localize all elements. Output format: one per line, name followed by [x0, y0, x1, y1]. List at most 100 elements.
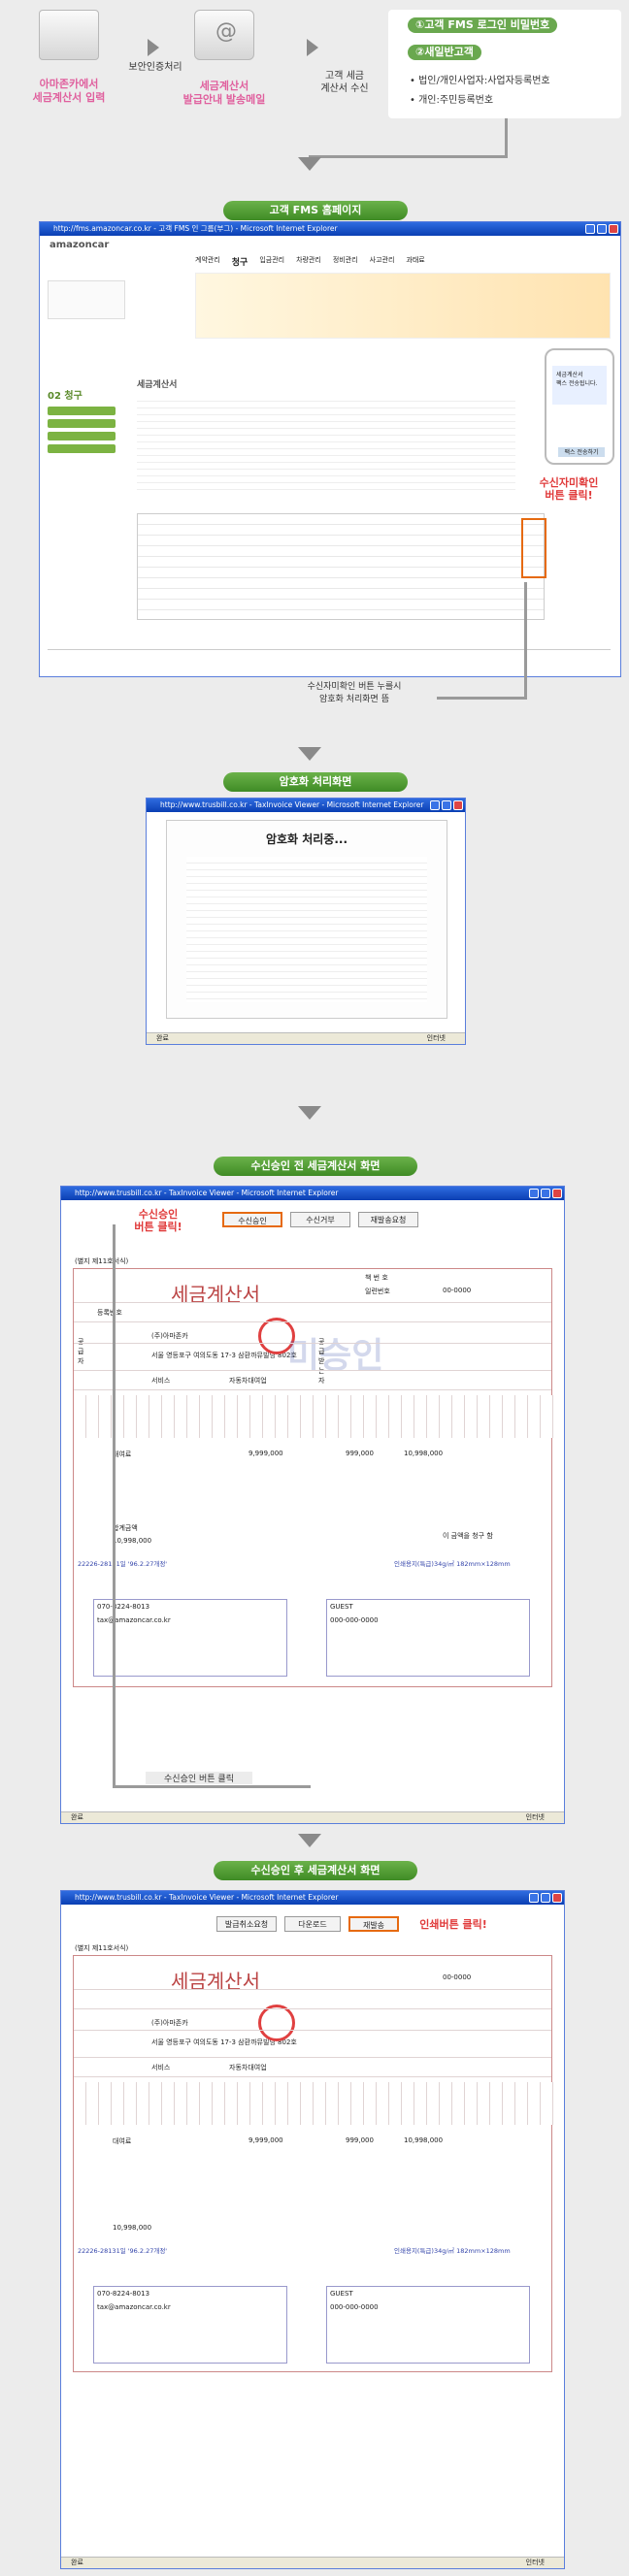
- footer-right: 인쇄용지(특급)34g/㎡ 182mm×128mm: [394, 2247, 511, 2255]
- item-name: 대여료: [113, 2137, 132, 2145]
- supplier-label: 공 급 자: [78, 1338, 84, 1365]
- total-amount: 10,998,000: [404, 2136, 444, 2144]
- title-bar: http://fms.amazoncar.co.kr - 고객 FMS 인 그룹…: [40, 222, 620, 236]
- nav-bar: 계약관리 청구 입금관리 차량관리 정비관리 사고관리 과태료: [195, 255, 603, 269]
- nav-item[interactable]: 과태료: [406, 255, 424, 269]
- claim-tail: 이 금액을 청구 함: [443, 1532, 493, 1540]
- serial-value: 00-0000: [443, 1287, 472, 1294]
- total-amount: 10,998,000: [404, 1450, 444, 1457]
- caption-fms: 수신자미확인 버튼 누를시 암호화 처리화면 뜸: [272, 679, 437, 704]
- connector: [113, 1224, 116, 1787]
- form-number: (별지 제11호서식): [75, 1257, 129, 1265]
- step2-label: 세금계산서 발급안내 발송메일: [182, 80, 266, 106]
- invoice-window-before: http://www.trusbill.co.kr - TaxInvoice V…: [60, 1186, 565, 1824]
- connector: [524, 582, 527, 699]
- cancel-request-button[interactable]: 발급취소요청: [216, 1916, 277, 1932]
- sidebar-item[interactable]: [48, 419, 116, 428]
- status-bar: 완료 인터넷: [61, 1811, 564, 1823]
- invoice-window-after: http://www.trusbill.co.kr - TaxInvoice V…: [60, 1890, 565, 2569]
- arrow-down-icon: [298, 1834, 321, 1847]
- footer-left: 22226-28131일 '96.2.27개정': [78, 2247, 168, 2255]
- title-bar: http://www.trusbill.co.kr - TaxInvoice V…: [61, 1891, 564, 1905]
- invoice-form: 세금계산서 책 번 호 일련번호 00-0000 공 급 자 등록번호 (주)아…: [73, 1268, 553, 1687]
- nav-item[interactable]: 정비관리: [333, 255, 358, 269]
- status-bar: 완료 인터넷: [147, 1032, 465, 1044]
- contact-buyer: GUEST 000-000-0000: [326, 1599, 530, 1677]
- date-grid: [74, 1395, 553, 1438]
- guest-pill: ②새일반고객: [408, 45, 481, 60]
- nav-item[interactable]: 계약관리: [195, 255, 220, 269]
- contact-supplier: 070-8224-8013 tax@amazoncar.co.kr: [93, 2286, 287, 2364]
- download-button[interactable]: 다운로드: [284, 1916, 341, 1932]
- sidebar-item[interactable]: [48, 432, 116, 440]
- approve-button[interactable]: 수신승인: [222, 1212, 282, 1227]
- fms-window: http://fms.amazoncar.co.kr - 고객 FMS 인 그룹…: [39, 221, 621, 677]
- computer-icon: [39, 10, 99, 60]
- form-number: (별지 제11호서식): [75, 1944, 129, 1952]
- date-grid: [74, 2082, 553, 2125]
- seller-item: 자동차대여업: [229, 1377, 267, 1385]
- footer-right: 인쇄용지(특급)34g/㎡ 182mm×128mm: [394, 1560, 511, 1568]
- step1-label: 아마존카에서 세금계산서 입력: [32, 78, 106, 104]
- hero-banner: [195, 273, 611, 339]
- resend-button[interactable]: 재발송요청: [358, 1212, 418, 1227]
- banner-encryption: 암호화 처리화면: [223, 772, 408, 792]
- page-title: 세금계산서: [137, 380, 178, 390]
- red-note: 인쇄버튼 클릭!: [419, 1918, 487, 1931]
- serial-label: 일련번호: [365, 1288, 390, 1295]
- encryption-window: http://www.trusbill.co.kr - TaxInvoice V…: [146, 798, 466, 1045]
- red-note: 수신승인 버튼 클릭!: [134, 1208, 182, 1233]
- seller-biz: 서비스: [151, 2064, 171, 2071]
- reject-button[interactable]: 수신거부: [290, 1212, 350, 1227]
- nav-item[interactable]: 청구: [232, 255, 248, 269]
- phone-screen: 세금계산서 팩스 전송됩니다.: [552, 366, 607, 405]
- seller-name: (주)아마존카: [151, 1332, 188, 1340]
- at-sign-icon: @: [215, 19, 237, 44]
- option-personal: • 개인:주민등록번호: [410, 95, 494, 106]
- arrow-down-icon: [298, 747, 321, 761]
- auth-label: 보안인증처리: [128, 62, 182, 73]
- arrow-right-icon: [148, 39, 159, 56]
- serial-value: 00-0000: [443, 1973, 472, 1981]
- encryption-heading: 암호화 처리중...: [265, 832, 348, 846]
- banner-fms: 고객 FMS 홈페이지: [223, 201, 408, 220]
- connector: [505, 118, 508, 157]
- stamp-icon: [258, 2005, 295, 2041]
- nav-item[interactable]: 입금관리: [259, 255, 284, 269]
- recv-label: 고객 세금 계산서 수신: [320, 71, 369, 94]
- sidebar-item[interactable]: [48, 444, 116, 453]
- arrow-right-icon: [307, 39, 318, 56]
- title-bar: http://www.trusbill.co.kr - TaxInvoice V…: [147, 799, 465, 812]
- sidebar-menu: [48, 407, 116, 474]
- supply-amount: 9,999,000: [248, 1450, 283, 1457]
- connector: [309, 155, 508, 158]
- encryption-text: [186, 857, 427, 1002]
- book-no-label: 책 번 호: [365, 1274, 388, 1282]
- banner-after: 수신승인 후 세금계산서 화면: [214, 1861, 417, 1880]
- buyer-label: 공 급 받 는 자: [318, 1338, 325, 1385]
- phone-send-button[interactable]: 팩스 전송하기: [558, 447, 605, 457]
- footer-left: 22226-28131일 '96.2.27개정': [78, 1560, 168, 1568]
- caption-approve: 수신승인 버튼 클릭: [146, 1772, 252, 1784]
- seller-item: 자동차대여업: [229, 2064, 267, 2071]
- connector: [113, 1785, 311, 1788]
- encryption-panel: 암호화 처리중...: [166, 820, 447, 1019]
- supply-amount: 9,999,000: [248, 2136, 283, 2144]
- unconfirmed-button-highlight[interactable]: [521, 518, 546, 578]
- banner-before: 수신승인 전 세금계산서 화면: [214, 1157, 417, 1176]
- total-value: 10,998,000: [113, 1537, 152, 1545]
- reg-no-label: 등록번호: [97, 1309, 122, 1317]
- sidebar-item[interactable]: [48, 407, 116, 415]
- arrow-down-icon: [298, 157, 321, 171]
- print-button[interactable]: 재발송: [348, 1916, 399, 1932]
- invoice-list-table: [137, 513, 545, 620]
- contact-buyer: GUEST 000-000-0000: [326, 2286, 530, 2364]
- notice-text: [137, 395, 515, 492]
- nav-item[interactable]: 사고관리: [370, 255, 395, 269]
- site-logo: amazoncar: [50, 240, 110, 250]
- section-title: 02 청구: [48, 391, 83, 402]
- total-value: 10,998,000: [113, 2224, 152, 2232]
- login-pill: ①고객 FMS 로그인 비밀번호: [408, 17, 558, 33]
- contact-supplier: 070-8224-8013 tax@amazoncar.co.kr: [93, 1599, 287, 1677]
- nav-item[interactable]: 차량관리: [296, 255, 321, 269]
